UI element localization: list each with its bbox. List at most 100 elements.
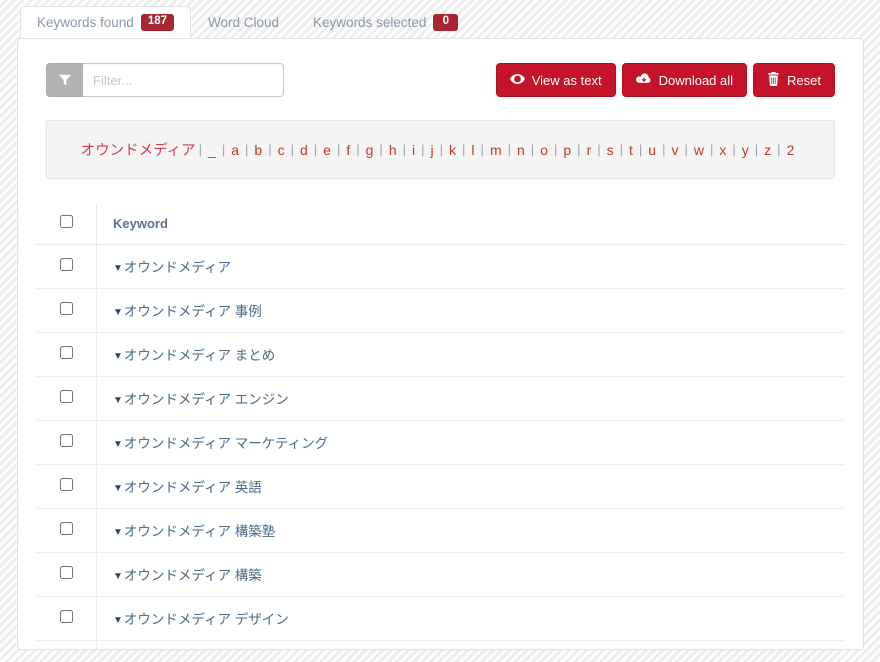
alphabet-item-l[interactable]: l [465, 142, 480, 158]
caret-down-icon[interactable]: ▼ [113, 351, 123, 362]
table-row[interactable]: ▼オウンドメディア マーケティング [36, 420, 845, 465]
keyword-table-body: ▼オウンドメディア ▼オウンドメディア 事例 ▼オウンドメディア まとめ ▼オウンドメ… [36, 244, 845, 649]
main-panel: View as text Download all [17, 38, 864, 650]
keyword-link[interactable]: オウンドメディア 事例 [124, 304, 262, 319]
tab-keywords-found[interactable]: Keywords found 187 [20, 6, 191, 38]
alphabet-filter-items: オウンドメディア | _ | a | b | c | d | e | f | g | h | i | j | k | l | m | n |… [81, 139, 801, 160]
reset-button[interactable]: Reset [753, 63, 835, 97]
table-row[interactable]: ▼オウンドメディア 構築塾 [36, 508, 845, 553]
alphabet-item-x[interactable]: x [713, 142, 732, 158]
alphabet-item-v[interactable]: v [665, 142, 684, 158]
row-select-checkbox[interactable] [59, 346, 73, 359]
caret-down-icon[interactable]: ▼ [113, 483, 123, 494]
caret-down-icon[interactable]: ▼ [113, 615, 123, 626]
row-select-cell [36, 376, 97, 421]
keyword-link[interactable]: オウンドメディア まとめ [124, 348, 275, 363]
alphabet-item-d[interactable]: d [294, 142, 314, 158]
row-select-checkbox[interactable] [59, 610, 73, 623]
alphabet-item-g[interactable]: g [360, 142, 380, 158]
alphabet-item-k[interactable]: k [443, 142, 462, 158]
alphabet-item-f[interactable]: f [340, 142, 356, 158]
alphabet-item-h[interactable]: h [383, 142, 403, 158]
download-all-label: Download all [658, 72, 734, 88]
keyword-table-wrap: Keyword ▼オウンドメディア ▼オウンドメディア 事例 ▼オウンドメディア ま… [18, 179, 863, 649]
cloud-download-icon [635, 73, 652, 88]
keyword-cell: ▼オウンドメディア 事例 [96, 288, 845, 333]
filter-input[interactable] [83, 63, 284, 97]
table-row[interactable]: ▼オウンドメディア アーンドメディア [36, 640, 845, 649]
alphabet-item-2[interactable]: 2 [781, 142, 801, 158]
alphabet-item-t[interactable]: t [623, 142, 639, 158]
alphabet-item-c[interactable]: c [272, 142, 291, 158]
keyword-link[interactable]: オウンドメディア 構築塾 [124, 524, 275, 539]
table-row[interactable]: ▼オウンドメディア デザイン [36, 596, 845, 641]
keyword-column-header: Keyword [96, 204, 845, 245]
view-as-text-button[interactable]: View as text [495, 63, 616, 97]
row-select-cell [36, 288, 97, 333]
funnel-icon [46, 63, 83, 97]
alphabet-item-o[interactable]: o [534, 142, 554, 158]
keyword-link[interactable]: オウンドメディア マーケティング [124, 436, 328, 451]
keyword-link[interactable]: オウンドメディア 英語 [124, 480, 262, 495]
caret-down-icon[interactable]: ▼ [113, 307, 123, 318]
row-select-checkbox[interactable] [59, 522, 73, 535]
download-all-button[interactable]: Download all [621, 63, 748, 97]
alphabet-item-w[interactable]: w [688, 142, 710, 158]
alphabet-item-n[interactable]: n [511, 142, 531, 158]
row-select-checkbox[interactable] [59, 390, 73, 403]
row-select-checkbox[interactable] [59, 258, 73, 271]
table-row[interactable]: ▼オウンドメディア 事例 [36, 288, 845, 333]
alphabet-lead-term[interactable]: オウンドメディア [81, 139, 196, 160]
tab-keywords-selected[interactable]: Keywords selected 0 [296, 6, 475, 38]
tab-keywords-selected-label: Keywords selected [313, 15, 427, 30]
reset-label: Reset [787, 72, 821, 88]
alphabet-item-j[interactable]: j [425, 142, 440, 158]
row-select-cell [36, 640, 97, 649]
row-select-checkbox[interactable] [59, 478, 73, 491]
row-select-checkbox[interactable] [59, 566, 73, 579]
filter-group [46, 63, 284, 97]
alphabet-filter-wrap: オウンドメディア | _ | a | b | c | d | e | f | g | h | i | j | k | l | m | n |… [18, 97, 863, 179]
alphabet-item-m[interactable]: m [484, 142, 508, 158]
keyword-link[interactable]: オウンドメディア 構築 [124, 568, 262, 583]
alphabet-item-a[interactable]: a [225, 142, 245, 158]
table-row[interactable]: ▼オウンドメディア 英語 [36, 464, 845, 509]
caret-down-icon[interactable]: ▼ [113, 395, 123, 406]
keyword-cell: ▼オウンドメディア [96, 244, 845, 289]
table-row[interactable]: ▼オウンドメディア 構築 [36, 552, 845, 597]
select-all-header [36, 204, 97, 245]
table-row[interactable]: ▼オウンドメディア [36, 244, 845, 289]
alphabet-item-e[interactable]: e [317, 142, 337, 158]
row-select-cell [36, 244, 97, 289]
caret-down-icon[interactable]: ▼ [113, 527, 123, 538]
alphabet-item-z[interactable]: z [758, 142, 777, 158]
alphabet-item-b[interactable]: b [248, 142, 268, 158]
alphabet-item-i[interactable]: i [406, 142, 421, 158]
keyword-link[interactable]: オウンドメディア デザイン [124, 612, 289, 627]
keyword-link[interactable]: オウンドメディア [124, 260, 231, 275]
table-row[interactable]: ▼オウンドメディア エンジン [36, 376, 845, 421]
keyword-cell: ▼オウンドメディア マーケティング [96, 420, 845, 465]
tab-keywords-found-badge: 187 [140, 14, 174, 31]
alphabet-item-r[interactable]: r [581, 142, 598, 158]
select-all-checkbox[interactable] [59, 215, 73, 228]
row-select-checkbox[interactable] [59, 434, 73, 447]
row-select-checkbox[interactable] [59, 302, 73, 315]
keyword-cell: ▼オウンドメディア 構築 [96, 552, 845, 597]
table-row[interactable]: ▼オウンドメディア まとめ [36, 332, 845, 377]
keyword-link[interactable]: オウンドメディア エンジン [124, 392, 289, 407]
alphabet-item-y[interactable]: y [736, 142, 755, 158]
alphabet-item-s[interactable]: s [601, 142, 620, 158]
caret-down-icon[interactable]: ▼ [113, 571, 123, 582]
alphabet-filter: オウンドメディア | _ | a | b | c | d | e | f | g | h | i | j | k | l | m | n |… [46, 120, 835, 179]
tab-word-cloud[interactable]: Word Cloud [191, 6, 296, 38]
alphabet-item-_[interactable]: _ [202, 142, 222, 158]
keyword-cell: ▼オウンドメディア まとめ [96, 332, 845, 377]
tab-word-cloud-label: Word Cloud [208, 15, 280, 30]
row-select-cell [36, 420, 97, 465]
caret-down-icon[interactable]: ▼ [113, 263, 123, 274]
alphabet-item-u[interactable]: u [642, 142, 662, 158]
keyword-table: Keyword ▼オウンドメディア ▼オウンドメディア 事例 ▼オウンドメディア ま… [36, 204, 845, 649]
alphabet-item-p[interactable]: p [557, 142, 577, 158]
caret-down-icon[interactable]: ▼ [113, 439, 123, 450]
